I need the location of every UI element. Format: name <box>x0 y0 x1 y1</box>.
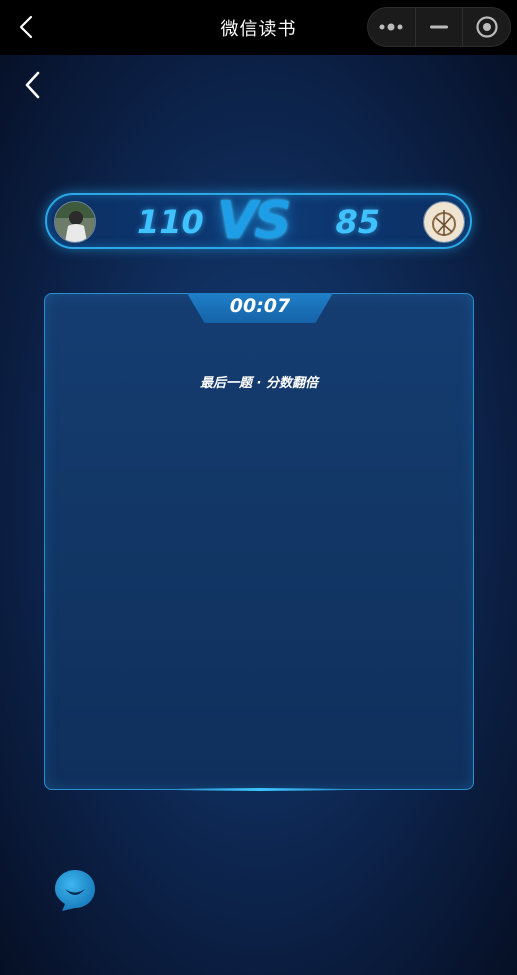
page-back-icon[interactable] <box>20 69 48 101</box>
vs-label: VS <box>217 191 292 251</box>
more-button[interactable] <box>368 8 415 46</box>
battle-page: 110 VS 85 00:07 最后一题 · 分数翻倍 <box>0 55 517 975</box>
right-player-score: 85 <box>335 203 380 241</box>
avatar-photo-icon <box>55 202 95 242</box>
timer-text: 00:07 <box>229 295 291 317</box>
question-text: 最后一题 · 分数翻倍 <box>200 376 318 391</box>
left-player-score: 110 <box>137 203 204 241</box>
more-dots-icon <box>379 23 403 31</box>
left-player-avatar <box>54 201 96 243</box>
vs-score-bar: 110 VS 85 <box>45 191 472 251</box>
close-button[interactable] <box>463 8 510 46</box>
minimize-icon <box>430 25 448 29</box>
minimize-button[interactable] <box>416 8 463 46</box>
card-bottom-glow <box>175 788 345 791</box>
avatar-photo-icon <box>424 202 464 242</box>
right-player-avatar <box>423 201 465 243</box>
chat-bubble-icon[interactable] <box>52 867 98 913</box>
question-card: 00:07 最后一题 · 分数翻倍 <box>44 293 474 791</box>
title-bar: 微信读书 <box>0 0 517 55</box>
countdown-timer: 00:07 <box>187 293 333 323</box>
close-target-icon <box>476 16 498 38</box>
capsule-menu <box>367 7 511 47</box>
